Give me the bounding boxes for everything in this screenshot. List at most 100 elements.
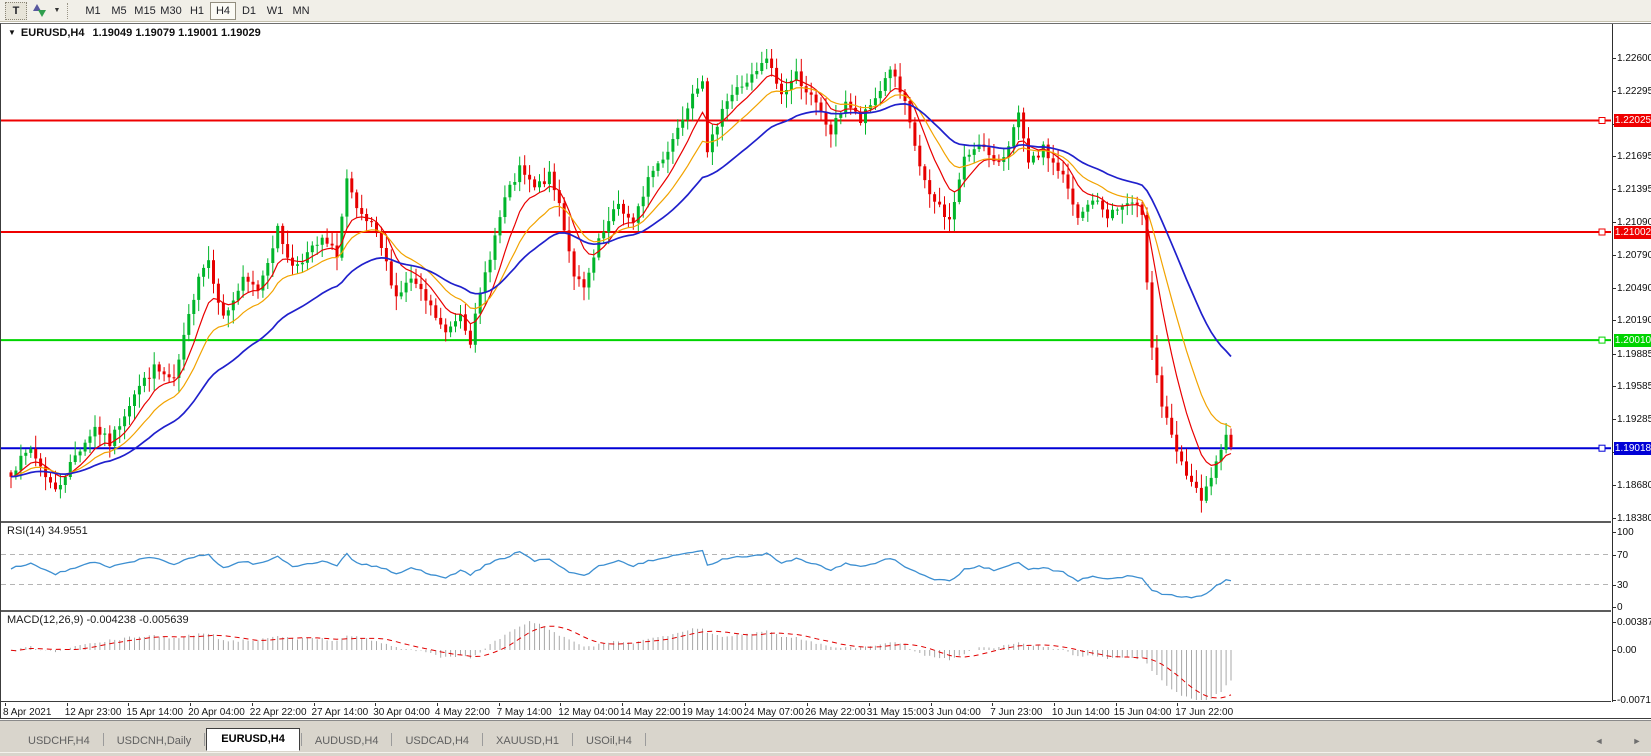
chart-window: ▼ EURUSD,H4 1.19049 1.19079 1.19001 1.1902…: [0, 23, 1651, 719]
time-tick-mark: [1054, 703, 1055, 706]
toolbar-grip: [67, 3, 74, 19]
chart-title: ▼ EURUSD,H4 1.19049 1.19079 1.19001 1.1902…: [8, 27, 261, 39]
rsi-tick-label: 30: [1617, 580, 1651, 591]
chart-tab-bar: USDCHF,H4USDCNH,DailyEURUSD,H4AUDUSD,H4U…: [0, 720, 1651, 752]
macd-tick-label: 0.003873: [1617, 617, 1651, 628]
rsi-indicator-label: RSI(14) 34.9551: [7, 525, 88, 537]
price-line-tag: 1.19018: [1614, 442, 1651, 455]
time-tick-label: 7 May 14:00: [497, 707, 552, 718]
time-tick-label: 22 Apr 22:00: [250, 707, 307, 718]
timeframe-button-d1[interactable]: D1: [236, 2, 262, 20]
tab-separator: [482, 733, 483, 746]
time-tick-label: 8 Apr 2021: [3, 707, 51, 718]
arrows-tool-button[interactable]: [27, 2, 51, 20]
chart-tab-usdcad[interactable]: USDCAD,H4: [393, 732, 481, 751]
price-axis[interactable]: 1.226001.222951.219951.216951.213951.210…: [1612, 24, 1651, 702]
timeframe-button-h1[interactable]: H1: [184, 2, 210, 20]
time-tick-label: 31 May 15:00: [867, 707, 928, 718]
price-tick-label: 1.19585: [1617, 381, 1651, 392]
chart-tab-usdcnh[interactable]: USDCNH,Daily: [105, 732, 204, 751]
tab-scroll-left-button[interactable]: ◄: [1593, 736, 1605, 746]
price-tick-label: 1.21395: [1617, 184, 1651, 195]
time-tick-label: 15 Jun 04:00: [1114, 707, 1172, 718]
time-tick-label: 20 Apr 04:00: [188, 707, 245, 718]
rsi-name: RSI(14): [7, 525, 45, 537]
time-tick-mark: [684, 703, 685, 706]
macd-name: MACD(12,26,9): [7, 614, 83, 626]
price-tick-label: 1.19885: [1617, 349, 1651, 360]
price-tick-label: 1.22600: [1617, 53, 1651, 64]
time-tick-label: 10 Jun 14:00: [1052, 707, 1110, 718]
timeframe-button-m30[interactable]: M30: [158, 2, 184, 20]
price-line-tag: 1.22025: [1614, 114, 1651, 127]
timeframe-button-m5[interactable]: M5: [106, 2, 132, 20]
time-tick-mark: [252, 703, 253, 706]
rsi-pane[interactable]: [1, 523, 1611, 612]
chart-tab-xauusd[interactable]: XAUUSD,H1: [484, 732, 571, 751]
macd-tick-label: -0.00719: [1617, 695, 1651, 706]
time-tick-mark: [745, 703, 746, 706]
time-tick-mark: [807, 703, 808, 706]
timeframe-button-mn[interactable]: MN: [288, 2, 314, 20]
time-tick-mark: [67, 703, 68, 706]
time-tick-mark: [1177, 703, 1178, 706]
rsi-tick-label: 100: [1617, 527, 1651, 538]
price-tick-label: 1.22295: [1617, 86, 1651, 97]
time-tick-label: 24 May 07:00: [743, 707, 804, 718]
macd-indicator-label: MACD(12,26,9) -0.004238 -0.005639: [7, 614, 189, 626]
tab-separator: [645, 733, 646, 746]
time-tick-mark: [992, 703, 993, 706]
time-tick-label: 15 Apr 14:00: [126, 707, 183, 718]
macd-values: -0.004238 -0.005639: [86, 614, 188, 626]
price-tick-label: 1.19285: [1617, 414, 1651, 425]
time-tick-mark: [190, 703, 191, 706]
chart-tab-usdchf[interactable]: USDCHF,H4: [16, 732, 102, 751]
chart-tabs: USDCHF,H4USDCNH,DailyEURUSD,H4AUDUSD,H4U…: [16, 729, 647, 751]
chart-menu-marker-icon[interactable]: ▼: [8, 28, 16, 37]
chart-tab-eurusd[interactable]: EURUSD,H4: [206, 728, 300, 751]
chart-ohlc-values: 1.19049 1.19079 1.19001 1.19029: [93, 27, 261, 39]
time-tick-label: 12 May 04:00: [558, 707, 619, 718]
timeframe-button-m1[interactable]: M1: [80, 2, 106, 20]
time-tick-mark: [437, 703, 438, 706]
mt4-window: T ▼ M1M5M15M30H1H4D1W1MN ▼ EURUSD,H4 1.190…: [0, 0, 1651, 756]
time-tick-label: 17 Jun 22:00: [1175, 707, 1233, 718]
chart-tab-audusd[interactable]: AUDUSD,H4: [303, 732, 391, 751]
tab-separator: [301, 733, 302, 746]
text-tool-button[interactable]: T: [5, 2, 27, 20]
time-tick-mark: [375, 703, 376, 706]
time-axis[interactable]: 8 Apr 2021 12 Apr 23:00 15 Apr 14:00 20 Apr…: [1, 703, 1611, 720]
bottom-scrollbar[interactable]: [0, 752, 1651, 756]
timeframe-button-w1[interactable]: W1: [262, 2, 288, 20]
price-tick-label: 1.20790: [1617, 250, 1651, 261]
tab-scroll-right-button[interactable]: ►: [1631, 736, 1643, 746]
price-line-tag: 1.20010: [1614, 334, 1651, 347]
tab-separator: [103, 733, 104, 746]
macd-pane[interactable]: [1, 612, 1611, 702]
time-tick-mark: [314, 703, 315, 706]
timeframe-button-group: M1M5M15M30H1H4D1W1MN: [80, 2, 314, 20]
arrows-dropdown-caret-icon[interactable]: ▼: [51, 2, 63, 20]
chart-tab-usoil[interactable]: USOil,H4: [574, 732, 644, 751]
price-tick-label: 1.21695: [1617, 151, 1651, 162]
time-tick-mark: [499, 703, 500, 706]
tab-scroll-arrows: ◄ ►: [1593, 736, 1643, 746]
price-tick-label: 1.18680: [1617, 480, 1651, 491]
time-tick-label: 7 Jun 23:00: [990, 707, 1042, 718]
time-tick-mark: [560, 703, 561, 706]
toolbar: T ▼ M1M5M15M30H1H4D1W1MN: [0, 0, 1651, 22]
time-tick-mark: [5, 703, 6, 706]
chart-symbol-period: EURUSD,H4: [21, 27, 85, 39]
timeframe-button-h4[interactable]: H4: [210, 2, 236, 20]
tab-separator: [391, 733, 392, 746]
time-tick-mark: [128, 703, 129, 706]
price-line-tag: 1.21002: [1614, 226, 1651, 239]
rsi-tick-label: 0: [1617, 602, 1651, 613]
time-tick-label: 12 Apr 23:00: [65, 707, 122, 718]
timeframe-button-m15[interactable]: M15: [132, 2, 158, 20]
price-tick-label: 1.20490: [1617, 283, 1651, 294]
time-tick-mark: [1116, 703, 1117, 706]
main-chart-pane[interactable]: [1, 24, 1611, 523]
tab-separator: [204, 733, 205, 746]
time-tick-label: 3 Jun 04:00: [929, 707, 981, 718]
